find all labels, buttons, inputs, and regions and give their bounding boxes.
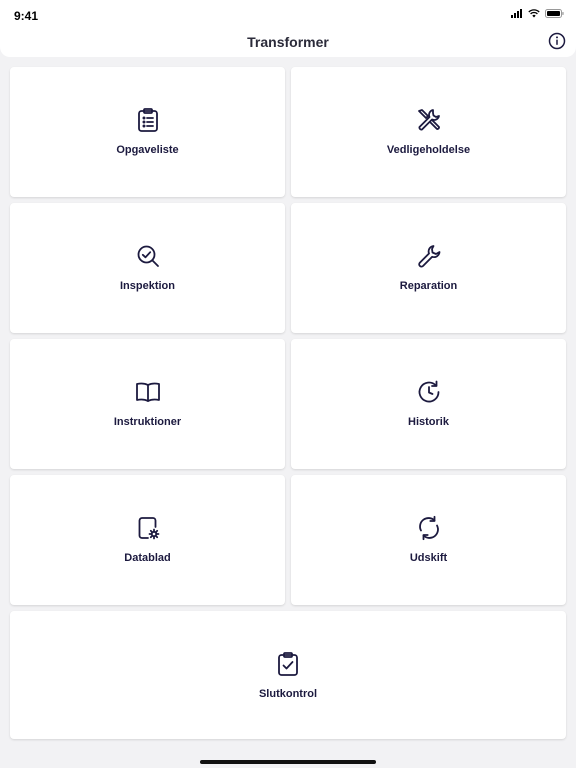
wifi-icon [528,9,540,18]
refresh-icon [416,515,442,541]
tile-vedligeholdelse[interactable]: Vedligeholdelse [291,67,566,197]
info-icon [548,32,566,50]
tile-opgaveliste[interactable]: Opgaveliste [10,67,285,197]
tile-label: Opgaveliste [116,144,179,156]
tile-udskift[interactable]: Udskift [291,475,566,605]
tile-label: Instruktioner [113,416,182,428]
status-icons [511,9,564,18]
tile-label: Inspektion [119,280,175,292]
nav-bar: Transformer [0,30,576,57]
book-icon [135,379,161,405]
status-time: 9:41 [14,9,39,23]
tile-datablad[interactable]: Datablad [10,475,285,605]
clipboard-check-icon [275,651,301,677]
status-bar: 9:41 [0,0,576,30]
tools-icon [416,107,442,133]
tile-label: Datablad [124,552,171,564]
wrench-icon [416,243,442,269]
tile-instruktioner[interactable]: Instruktioner [10,339,285,469]
tile-label: Slutkontrol [258,688,318,700]
tile-label: Udskift [409,552,448,564]
battery-icon [545,9,564,18]
tile-label: Vedligeholdelse [386,144,471,156]
info-button[interactable] [548,32,566,50]
datasheet-icon [135,515,161,541]
clipboard-list-icon [135,107,161,133]
tile-label: Reparation [399,280,458,292]
tile-historik[interactable]: Historik [291,339,566,469]
signal-icon [511,9,523,18]
tile-slutkontrol[interactable]: Slutkontrol [10,611,566,739]
page-title: Transformer [247,34,329,50]
home-indicator [200,760,376,764]
tile-reparation[interactable]: Reparation [291,203,566,333]
tile-inspektion[interactable]: Inspektion [10,203,285,333]
tile-label: Historik [408,416,449,428]
search-check-icon [135,243,161,269]
history-icon [416,379,442,405]
